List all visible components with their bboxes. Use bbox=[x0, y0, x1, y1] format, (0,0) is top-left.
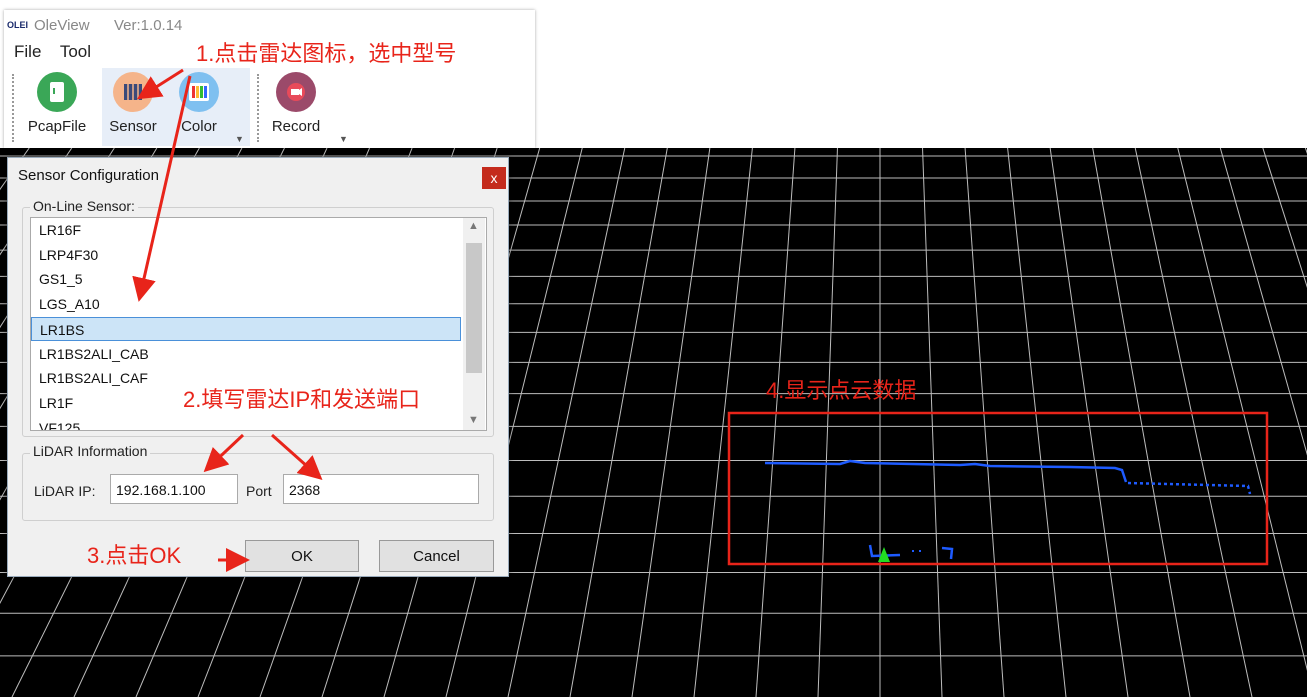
arrow-to-port bbox=[271, 433, 323, 480]
point-cloud-highlight-box bbox=[727, 411, 1269, 566]
point-cloud-near-right bbox=[941, 546, 954, 560]
arrow-to-list bbox=[132, 75, 192, 302]
annotation-overlay bbox=[132, 68, 1269, 572]
arrow-to-ip bbox=[203, 433, 245, 473]
arrow-to-sensor bbox=[136, 68, 184, 100]
point-cloud-main bbox=[764, 459, 1128, 483]
point-cloud-dotted bbox=[1127, 481, 1252, 495]
